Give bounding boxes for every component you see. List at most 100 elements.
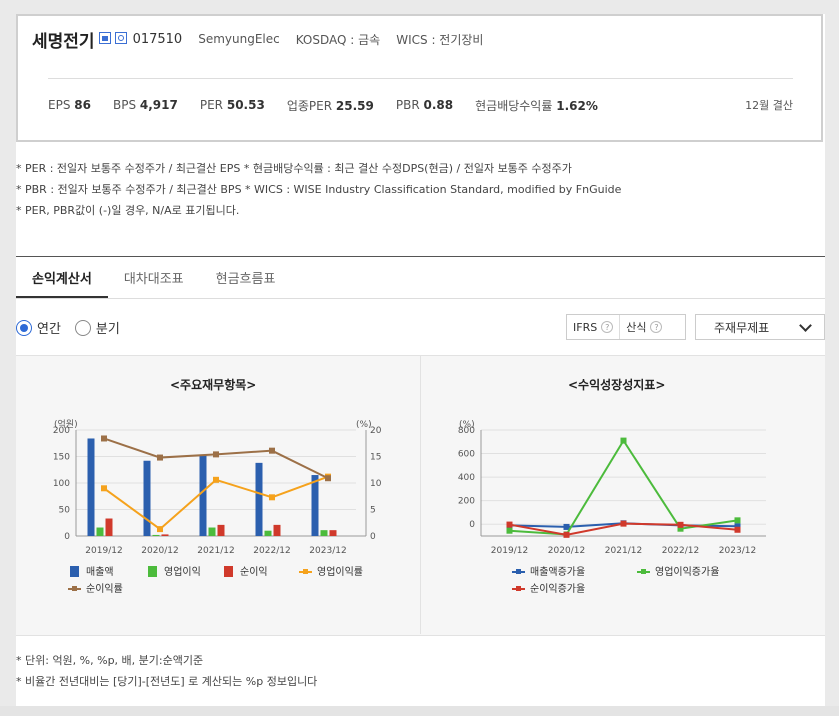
tab-balance-sheet[interactable]: 대차대조표 bbox=[108, 262, 200, 292]
formula-help-icon[interactable]: ? bbox=[650, 321, 663, 333]
x-tick-label: 2020/12 bbox=[141, 546, 178, 556]
line-point bbox=[325, 475, 331, 482]
bar bbox=[264, 530, 272, 536]
metric-pbr: PBR 0.88 bbox=[395, 98, 454, 112]
y-tick-label: 400 bbox=[458, 473, 475, 483]
legend-label: 영업이익률 bbox=[317, 565, 363, 578]
report-icon[interactable] bbox=[114, 32, 127, 44]
line-point bbox=[101, 485, 107, 492]
y2-tick-label: 5 bbox=[370, 506, 376, 516]
bar bbox=[96, 527, 104, 536]
metric-bps: BPS 4,917 bbox=[112, 98, 178, 112]
line-point bbox=[506, 527, 513, 534]
ifrs-option[interactable]: IFRS? bbox=[567, 315, 619, 339]
annual-label[interactable]: 연간 bbox=[37, 318, 61, 337]
bar bbox=[161, 534, 169, 536]
footer-note-line: * 비율간 전년대비는 [당기]-[전년도] 로 계산되는 %p 정보입니다 bbox=[16, 675, 318, 688]
legend-label: 순이익률 bbox=[86, 583, 123, 595]
line-point bbox=[269, 494, 275, 501]
bar bbox=[273, 524, 281, 536]
quarterly-radio[interactable] bbox=[74, 319, 91, 336]
growth-indicators-chart: 0200400600800(%)2019/12 2020/12 2021/12 202… bbox=[458, 420, 766, 595]
company-row: 세명전기 017510 SemyungElec KOSDAQ : 금속 WICS… bbox=[32, 24, 483, 54]
statement-type-select[interactable]: 주재무제표 bbox=[695, 314, 825, 340]
line-point bbox=[677, 521, 684, 528]
legend-swatch bbox=[70, 566, 79, 577]
english-name: SemyungElec bbox=[198, 32, 280, 46]
y-axis-unit: (억원) bbox=[54, 418, 78, 430]
formula-option[interactable]: 산식? bbox=[619, 315, 668, 339]
line-point bbox=[269, 447, 275, 454]
x-tick-label: 2023/12 bbox=[719, 546, 756, 556]
legend-label: 순이익증가율 bbox=[530, 583, 585, 595]
y-tick-label: 100 bbox=[53, 479, 70, 489]
note-line: * PBR : 전일자 보통주 수정주가 / 최근결산 BPS * WICS :… bbox=[16, 183, 622, 196]
home-icon[interactable] bbox=[98, 32, 111, 44]
x-tick-label: 2020/12 bbox=[548, 546, 585, 556]
metric-industry-per: 업종PER 25.59 bbox=[286, 98, 374, 113]
company-name: 세명전기 bbox=[32, 31, 95, 52]
x-tick-label: 2021/12 bbox=[197, 546, 234, 556]
stock-code: 017510 bbox=[132, 31, 183, 47]
x-tick-label: 2023/12 bbox=[309, 546, 346, 556]
line-point bbox=[734, 517, 741, 524]
y-axis-unit: (%) bbox=[459, 420, 475, 430]
footer-notes: * 단위: 억원, %, %p, 배, 분기:순액기준 * 비율간 전년대비는 … bbox=[16, 650, 317, 692]
bar bbox=[208, 527, 216, 536]
line-point bbox=[157, 454, 163, 461]
bar bbox=[329, 530, 337, 536]
page-top-strip bbox=[0, 0, 839, 14]
bar bbox=[143, 460, 151, 536]
line-point bbox=[213, 451, 219, 458]
metrics-row: EPS 86 BPS 4,917 PER 50.53 업종PER 25.59 P… bbox=[48, 95, 620, 115]
x-tick-label: 2021/12 bbox=[605, 546, 642, 556]
page-right-strip bbox=[825, 0, 839, 716]
settlement-month: 12월 결산 bbox=[745, 99, 793, 112]
tab-cash-flow[interactable]: 현금흐름표 bbox=[200, 262, 292, 292]
bar bbox=[217, 524, 225, 536]
market-label: KOSDAQ : 금속 bbox=[295, 32, 381, 47]
line-point bbox=[734, 526, 741, 533]
period-selector: 연간 분기 bbox=[16, 318, 134, 337]
left-chart-title: <주요재무항목> bbox=[170, 378, 257, 392]
statement-type-value: 주재무제표 bbox=[714, 320, 770, 335]
y-tick-label: 0 bbox=[64, 532, 70, 542]
line-point bbox=[213, 476, 219, 483]
legend-label: 영업이익 bbox=[164, 565, 201, 578]
legend-swatch bbox=[224, 566, 233, 577]
bar bbox=[152, 534, 160, 536]
series-line bbox=[103, 437, 329, 480]
ifrs-options: IFRS? 산식? bbox=[566, 314, 686, 340]
x-tick-label: 2022/12 bbox=[662, 546, 699, 556]
bar bbox=[255, 462, 263, 536]
page-left-strip bbox=[0, 0, 16, 716]
legend-swatch bbox=[303, 569, 308, 574]
y-tick-label: 150 bbox=[53, 453, 70, 463]
line-point bbox=[101, 435, 107, 442]
legend-swatch bbox=[148, 566, 157, 577]
legend-label: 영업이익증가율 bbox=[655, 565, 719, 578]
line-point bbox=[563, 523, 570, 530]
line-point bbox=[157, 526, 163, 533]
chevron-down-icon bbox=[799, 319, 812, 332]
legend-label: 매출액 bbox=[86, 566, 114, 578]
y-tick-label: 0 bbox=[469, 520, 475, 530]
wics-label: WICS : 전기장비 bbox=[396, 32, 484, 47]
y2-tick-label: 0 bbox=[370, 532, 376, 542]
legend-swatch bbox=[516, 569, 521, 574]
right-chart-title: <수익성장성지표> bbox=[568, 378, 666, 392]
legend-swatch bbox=[641, 569, 646, 574]
bar bbox=[105, 518, 113, 536]
ifrs-help-icon[interactable]: ? bbox=[601, 321, 614, 333]
line-point bbox=[620, 437, 627, 444]
line-point bbox=[563, 531, 570, 538]
note-line: * PER : 전일자 보통주 수정주가 / 최근결산 EPS * 현금배당수익… bbox=[16, 162, 572, 175]
bar bbox=[199, 454, 207, 536]
annual-radio[interactable] bbox=[16, 319, 32, 336]
metric-per: PER 50.53 bbox=[199, 98, 265, 112]
tab-income-statement[interactable]: 손익계산서 bbox=[16, 262, 108, 298]
financial-items-chart: 05010015020005101520(억원) (%)2019/12 2020/1… bbox=[53, 418, 382, 595]
metric-dividend-yield: 현금배당수익률 1.62% bbox=[475, 98, 598, 113]
quarterly-label[interactable]: 분기 bbox=[96, 318, 120, 337]
y2-tick-label: 10 bbox=[370, 479, 382, 489]
